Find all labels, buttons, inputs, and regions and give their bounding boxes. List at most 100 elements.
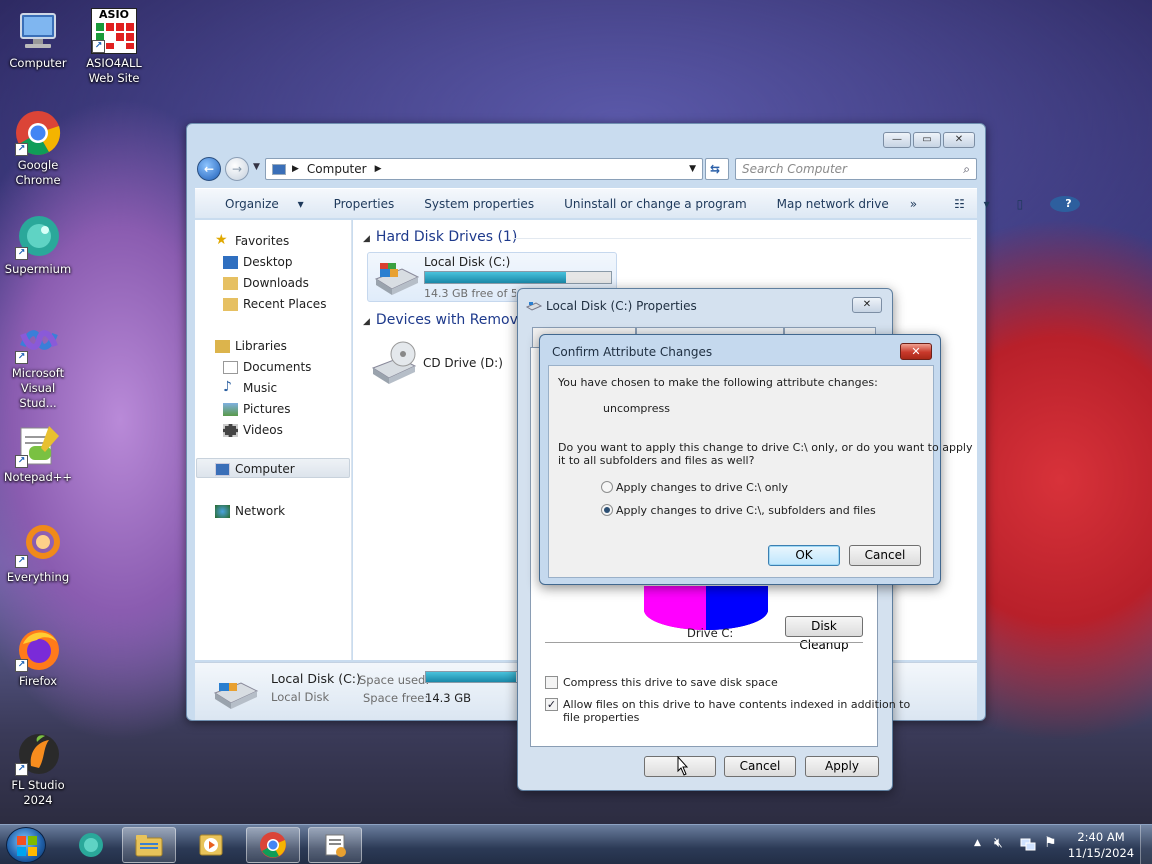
help-button[interactable]: ? bbox=[1044, 195, 1086, 212]
clock[interactable]: 2:40 AM 11/15/2024 bbox=[1066, 829, 1136, 861]
taskbar-supermium[interactable] bbox=[64, 827, 118, 863]
nav-documents[interactable]: Documents bbox=[223, 360, 312, 374]
minimize-button[interactable]: — bbox=[883, 132, 911, 148]
system-properties-button[interactable]: System properties bbox=[409, 197, 549, 211]
apply-subfolders-radio[interactable] bbox=[601, 504, 613, 516]
clock-date: 11/15/2024 bbox=[1067, 846, 1135, 860]
desktop-icon-asio4all[interactable]: ASIO ↗ ASIO4ALL Web Site bbox=[78, 8, 150, 86]
nav-computer[interactable]: Computer bbox=[215, 462, 295, 476]
compress-drive-checkbox[interactable] bbox=[545, 676, 558, 689]
drive-cd-d[interactable]: CD Drive (D:) bbox=[367, 338, 517, 390]
group-divider bbox=[513, 238, 971, 239]
group-removable-devices[interactable]: ◢ Devices with Remova bbox=[363, 312, 526, 328]
forward-button[interactable]: → bbox=[225, 157, 249, 181]
uninstall-program-button[interactable]: Uninstall or change a program bbox=[549, 197, 762, 211]
shortcut-arrow-icon: ↗ bbox=[15, 247, 28, 260]
breadcrumb-computer[interactable]: Computer bbox=[307, 162, 367, 176]
desktop-icon-supermium[interactable]: ↗ Supermium bbox=[2, 214, 74, 277]
nav-desktop[interactable]: Desktop bbox=[223, 255, 293, 269]
network-tray-icon[interactable] bbox=[1020, 835, 1036, 851]
recent-places-icon bbox=[223, 298, 238, 311]
breadcrumb-separator-icon: ▶ bbox=[374, 164, 382, 174]
search-input[interactable]: Search Computer bbox=[742, 162, 847, 176]
desktop-icon-fl-studio[interactable]: ↗ FL Studio 2024 bbox=[2, 730, 74, 808]
nav-libraries[interactable]: Libraries bbox=[215, 339, 287, 353]
nav-label: Favorites bbox=[235, 234, 290, 248]
shortcut-arrow-icon: ↗ bbox=[15, 351, 28, 364]
collapse-arrow-icon: ◢ bbox=[363, 234, 370, 244]
chrome-icon bbox=[260, 832, 286, 858]
confirm-close-button[interactable]: ✕ bbox=[900, 343, 932, 360]
cd-drive-icon bbox=[371, 341, 417, 384]
desktop-icon-label: Notepad++ bbox=[3, 470, 73, 484]
asio-logo-text: ASIO bbox=[99, 8, 129, 21]
apply-drive-only-radio[interactable] bbox=[601, 481, 613, 493]
confirm-ok-button[interactable]: OK bbox=[768, 545, 840, 566]
videos-icon bbox=[223, 424, 238, 437]
properties-apply-button[interactable]: Apply bbox=[805, 756, 879, 777]
confirm-cancel-button[interactable]: Cancel bbox=[849, 545, 921, 566]
pictures-icon bbox=[223, 403, 238, 416]
address-dropdown-icon[interactable]: ▼ bbox=[689, 164, 696, 174]
nav-label: Documents bbox=[243, 360, 312, 374]
taskbar-properties-app[interactable] bbox=[308, 827, 362, 863]
apply-subfolders-label[interactable]: Apply changes to drive C:\, subfolders a… bbox=[616, 504, 876, 517]
details-drive-type: Local Disk bbox=[271, 690, 330, 704]
apply-drive-only-label[interactable]: Apply changes to drive C:\ only bbox=[616, 481, 788, 494]
desktop-icon-label: ASIO4ALL Web Site bbox=[86, 56, 142, 85]
properties-button[interactable]: Properties bbox=[319, 197, 410, 211]
desktop-icon-everything[interactable]: ↗ Everything bbox=[2, 522, 74, 585]
properties-close-button[interactable]: ✕ bbox=[852, 297, 882, 313]
desktop-icon-notepadpp[interactable]: ↗ Notepad++ bbox=[2, 422, 74, 485]
libraries-icon bbox=[215, 340, 230, 353]
compress-drive-label: Compress this drive to save disk space bbox=[563, 676, 778, 689]
properties-cancel-button[interactable]: Cancel bbox=[724, 756, 796, 777]
nav-label: Network bbox=[235, 504, 286, 518]
maximize-button[interactable]: ▭ bbox=[913, 132, 941, 148]
desktop-icon-visual-studio[interactable]: ↗ Microsoft Visual Stud... bbox=[2, 318, 74, 411]
nav-downloads[interactable]: Downloads bbox=[223, 276, 309, 290]
navigation-pane: ★ Favorites Desktop Downloads Recent Plac… bbox=[195, 220, 352, 660]
desktop-icon-computer[interactable]: Computer bbox=[2, 8, 74, 71]
nav-pictures[interactable]: Pictures bbox=[223, 402, 291, 416]
organize-menu[interactable]: Organize ▾ bbox=[195, 197, 319, 211]
nav-favorites[interactable]: ★ Favorites bbox=[215, 232, 290, 248]
taskbar-explorer[interactable] bbox=[122, 827, 176, 863]
everything-icon: ↗ bbox=[15, 522, 61, 568]
fl-studio-icon: ↗ bbox=[15, 730, 61, 776]
nav-music[interactable]: ♪ Music bbox=[223, 379, 277, 395]
view-options-button[interactable]: ☷ ▾ bbox=[933, 197, 996, 211]
nav-label: Desktop bbox=[243, 255, 293, 269]
address-bar[interactable]: ▶ Computer ▶ ▼ bbox=[265, 158, 703, 180]
search-box[interactable]: Search Computer ⌕ bbox=[735, 158, 977, 180]
index-drive-checkbox[interactable]: ✓ bbox=[545, 698, 558, 711]
properties-title: Local Disk (C:) Properties bbox=[546, 299, 697, 313]
nav-network[interactable]: Network bbox=[215, 504, 286, 518]
refresh-button[interactable]: ⇆ bbox=[705, 158, 729, 180]
desktop-icon-firefox[interactable]: ↗ Firefox bbox=[2, 626, 74, 689]
taskbar-chrome[interactable] bbox=[246, 827, 300, 863]
volume-muted-icon[interactable]: 🔇︎ bbox=[994, 835, 1003, 851]
taskbar: ▲ 🔇︎ ⚑ 2:40 AM 11/15/2024 bbox=[0, 824, 1152, 864]
taskbar-media-player[interactable] bbox=[184, 827, 238, 863]
confirm-body: You have chosen to make the following at… bbox=[548, 365, 973, 578]
map-network-drive-button[interactable]: Map network drive bbox=[762, 197, 904, 211]
disk-cleanup-button[interactable]: Disk Cleanup bbox=[785, 616, 863, 652]
desktop-icon-chrome[interactable]: ↗ Google Chrome bbox=[2, 110, 74, 188]
back-button[interactable]: ← bbox=[197, 157, 221, 181]
group-hard-disk-drives[interactable]: ◢ Hard Disk Drives (1) bbox=[363, 229, 517, 245]
drive-name: Local Disk (C:) bbox=[424, 255, 511, 269]
recent-pages-dropdown[interactable]: ▼ bbox=[253, 162, 260, 172]
notepadpp-icon: ↗ bbox=[15, 422, 61, 468]
nav-label: Pictures bbox=[243, 402, 291, 416]
action-center-flag-icon[interactable]: ⚑ bbox=[1044, 835, 1057, 851]
start-button[interactable] bbox=[6, 827, 46, 863]
show-desktop-button[interactable] bbox=[1140, 825, 1152, 864]
nav-recent-places[interactable]: Recent Places bbox=[223, 297, 326, 311]
nav-videos[interactable]: Videos bbox=[223, 423, 283, 437]
close-button[interactable]: ✕ bbox=[943, 132, 975, 148]
more-commands-button[interactable]: » bbox=[904, 197, 923, 211]
show-hidden-icons-button[interactable]: ▲ bbox=[974, 838, 981, 848]
preview-pane-button[interactable]: ▯ bbox=[996, 197, 1045, 211]
nav-label: Videos bbox=[243, 423, 283, 437]
